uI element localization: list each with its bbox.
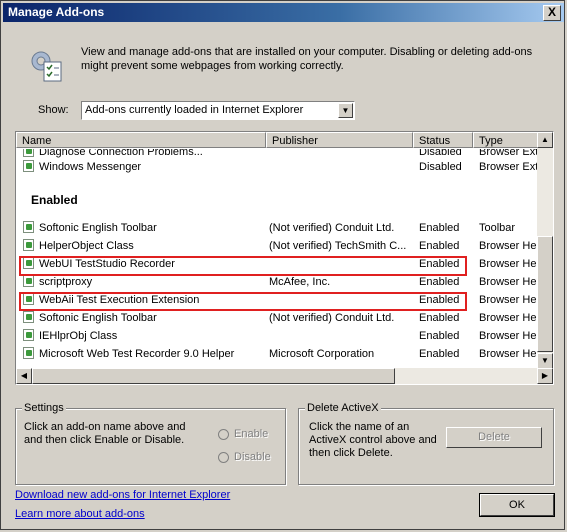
list-item[interactable]: Softonic English Toolbar (Not verified) … bbox=[16, 219, 538, 237]
column-header-status[interactable]: Status bbox=[413, 132, 473, 148]
column-header-publisher[interactable]: Publisher bbox=[266, 132, 413, 148]
addon-type: Browser Hel bbox=[479, 348, 537, 360]
disable-radio[interactable] bbox=[218, 452, 229, 463]
addon-type: Browser Hel bbox=[479, 258, 537, 270]
addon-name: Softonic English Toolbar bbox=[39, 312, 157, 324]
scroll-down-button[interactable]: ▼ bbox=[537, 353, 553, 369]
ok-button[interactable]: OK bbox=[479, 493, 555, 517]
addon-status: Enabled bbox=[419, 222, 460, 234]
learn-more-link[interactable]: Learn more about add-ons bbox=[15, 508, 145, 520]
addon-type: Toolbar bbox=[479, 222, 516, 234]
addon-type: Browser Hel bbox=[479, 312, 537, 324]
delete-activex-text: Click the name of an ActiveX control abo… bbox=[309, 421, 437, 459]
horizontal-scrollbar[interactable]: ◀ ▶ bbox=[16, 368, 553, 384]
addon-icon bbox=[23, 329, 34, 341]
addon-icon bbox=[23, 311, 34, 323]
addon-status: Enabled bbox=[419, 312, 460, 324]
show-label: Show: bbox=[38, 104, 69, 116]
addon-name: Windows Messenger bbox=[39, 161, 142, 173]
addon-publisher: (Not verified) TechSmith C... bbox=[269, 240, 407, 252]
scroll-right-button[interactable]: ▶ bbox=[537, 368, 553, 384]
close-button[interactable]: X bbox=[543, 5, 561, 21]
delete-activex-legend: Delete ActiveX bbox=[305, 402, 381, 414]
enable-label: Enable bbox=[234, 428, 269, 440]
group-label-enabled: Enabled bbox=[31, 193, 78, 207]
addon-status: Enabled bbox=[419, 330, 460, 342]
list-item[interactable]: Microsoft Web Test Recorder 9.0 Helper M… bbox=[16, 345, 538, 363]
addon-name: Microsoft Web Test Recorder 9.0 Helper bbox=[39, 348, 235, 360]
delete-button[interactable]: Delete bbox=[446, 427, 542, 448]
manage-addons-dialog: Manage Add-ons X View and manage add-ons… bbox=[0, 0, 565, 530]
scroll-up-button[interactable]: ▲ bbox=[537, 132, 553, 148]
addon-icon bbox=[23, 239, 34, 251]
scroll-left-button[interactable]: ◀ bbox=[16, 368, 32, 384]
column-header-type[interactable]: Type bbox=[473, 132, 538, 148]
title-bar: Manage Add-ons X bbox=[3, 3, 564, 22]
addon-name: scriptproxy bbox=[39, 276, 93, 288]
list-item[interactable]: HelperObject Class (Not verified) TechSm… bbox=[16, 237, 538, 255]
gear-checklist-icon bbox=[31, 51, 62, 82]
settings-legend: Settings bbox=[22, 402, 66, 414]
show-select-value: Add-ons currently loaded in Internet Exp… bbox=[85, 104, 304, 116]
addon-status: Enabled bbox=[419, 348, 460, 360]
list-item[interactable]: IEHlprObj Class Enabled Browser Hel bbox=[16, 327, 538, 345]
addon-publisher: (Not verified) Conduit Ltd. bbox=[269, 222, 395, 234]
addon-type: Browser Hel bbox=[479, 240, 537, 252]
show-select[interactable]: Add-ons currently loaded in Internet Exp… bbox=[81, 101, 355, 120]
download-addons-link[interactable]: Download new add-ons for Internet Explor… bbox=[15, 489, 230, 501]
addon-publisher: Microsoft Corporation bbox=[269, 348, 375, 360]
scroll-thumb[interactable] bbox=[537, 236, 553, 352]
settings-text: Click an add-on name above and and then … bbox=[24, 421, 186, 446]
addon-name: HelperObject Class bbox=[39, 240, 134, 252]
addon-publisher: (Not verified) Conduit Ltd. bbox=[269, 312, 395, 324]
addon-type: Browser Ext bbox=[479, 161, 537, 173]
intro-text: View and manage add-ons that are install… bbox=[81, 46, 533, 72]
list-header: Name Publisher Status Type bbox=[16, 132, 538, 149]
highlight-box-webui-recorder bbox=[19, 256, 467, 276]
delete-activex-group: Delete ActiveX Click the name of an Acti… bbox=[298, 402, 554, 485]
window-title: Manage Add-ons bbox=[8, 5, 105, 19]
addon-name: IEHlprObj Class bbox=[39, 330, 118, 342]
addon-icon bbox=[23, 160, 34, 172]
addon-publisher: McAfee, Inc. bbox=[269, 276, 331, 288]
addon-status: Disabled bbox=[419, 161, 462, 173]
hscroll-thumb[interactable] bbox=[32, 368, 395, 384]
addon-icon bbox=[23, 221, 34, 233]
vertical-scrollbar[interactable]: ▲ ▼ bbox=[537, 132, 553, 369]
addon-status: Enabled bbox=[419, 276, 460, 288]
addon-name: Softonic English Toolbar bbox=[39, 222, 157, 234]
addons-list[interactable]: Name Publisher Status Type Diagnose Conn… bbox=[15, 131, 554, 385]
addon-type: Browser Hel bbox=[479, 294, 537, 306]
list-item[interactable]: Softonic English Toolbar (Not verified) … bbox=[16, 309, 538, 327]
highlight-box-webaii-extension bbox=[19, 292, 467, 311]
settings-group: Settings Click an add-on name above and … bbox=[15, 402, 286, 485]
list-item[interactable]: Windows Messenger Disabled Browser Ext bbox=[16, 158, 538, 176]
column-header-name[interactable]: Name bbox=[16, 132, 266, 148]
addon-icon bbox=[23, 275, 34, 287]
addon-icon bbox=[23, 347, 34, 359]
addon-type: Browser Hel bbox=[479, 276, 537, 288]
addon-type: Browser Hel bbox=[479, 330, 537, 342]
enable-radio[interactable] bbox=[218, 429, 229, 440]
addon-status: Enabled bbox=[419, 240, 460, 252]
chevron-down-icon[interactable]: ▼ bbox=[338, 103, 353, 118]
disable-label: Disable bbox=[234, 451, 271, 463]
